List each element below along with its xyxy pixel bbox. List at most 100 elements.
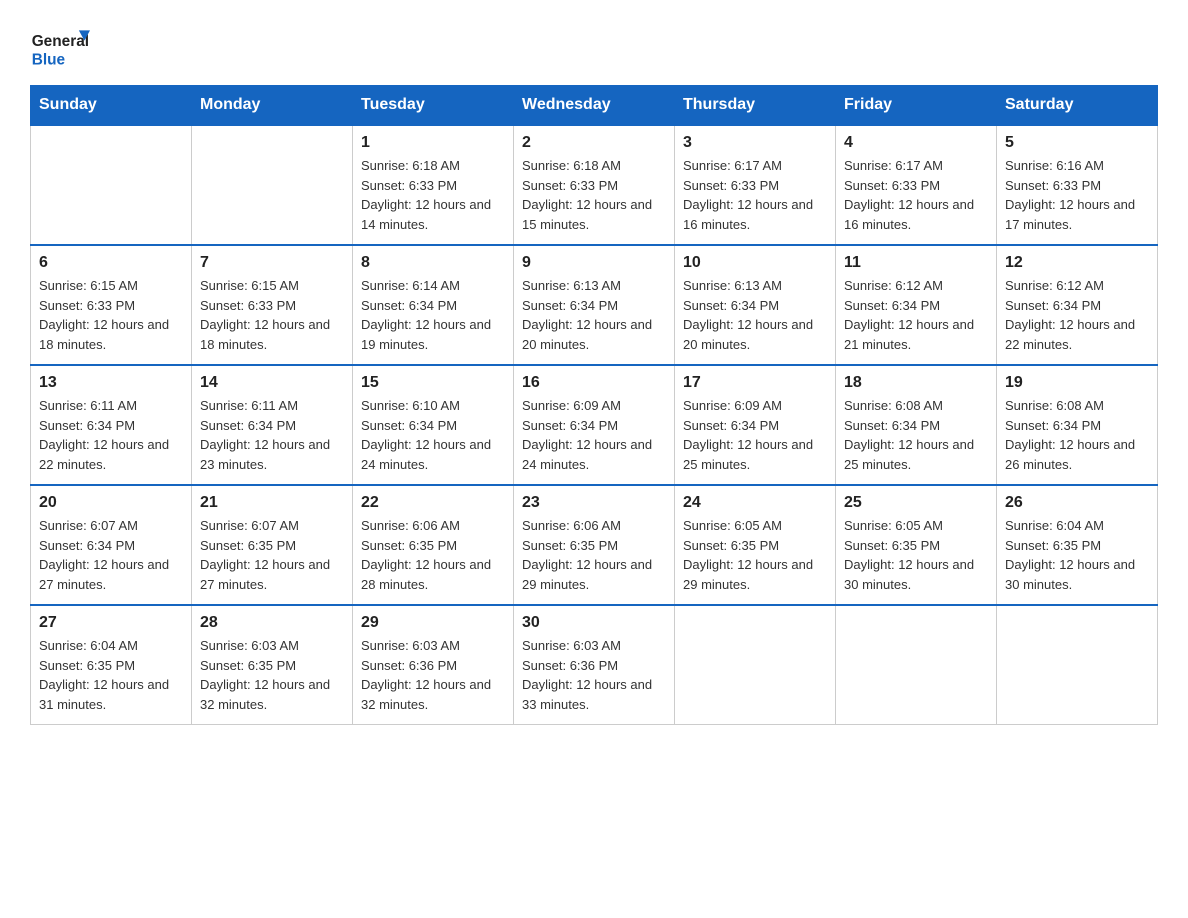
calendar-cell: 25Sunrise: 6:05 AMSunset: 6:35 PMDayligh… bbox=[836, 485, 997, 605]
calendar-cell bbox=[997, 605, 1158, 725]
day-info: Sunrise: 6:08 AMSunset: 6:34 PMDaylight:… bbox=[1005, 396, 1149, 474]
calendar-cell: 16 Sunrise: 6:09 AMSunset: 6:34 PMDayligh… bbox=[514, 365, 675, 485]
day-info: Sunrise: 6:05 AMSunset: 6:35 PMDaylight:… bbox=[683, 516, 827, 594]
weekday-header-saturday: Saturday bbox=[997, 86, 1158, 126]
day-info: Sunrise: 6:13 AMSunset: 6:34 PMDaylight:… bbox=[683, 276, 827, 354]
day-number: 21 bbox=[200, 494, 344, 512]
day-info: Sunrise: 6:10 AMSunset: 6:34 PMDaylight:… bbox=[361, 396, 505, 474]
day-number: 23 bbox=[522, 494, 666, 512]
weekday-header-sunday: Sunday bbox=[31, 86, 192, 126]
weekday-header-thursday: Thursday bbox=[675, 86, 836, 126]
day-number: 17 bbox=[683, 374, 827, 392]
day-info: Sunrise: 6:06 AMSunset: 6:35 PMDaylight:… bbox=[361, 516, 505, 594]
calendar-cell: 6 Sunrise: 6:15 AMSunset: 6:33 PMDaylight… bbox=[31, 245, 192, 365]
calendar-cell: 27 Sunrise: 6:04 AMSunset: 6:35 PMDayligh… bbox=[31, 605, 192, 725]
calendar-cell: 17 Sunrise: 6:09 AMSunset: 6:34 PMDayligh… bbox=[675, 365, 836, 485]
day-info: Sunrise: 6:09 AMSunset: 6:34 PMDaylight:… bbox=[522, 396, 666, 474]
day-number: 22 bbox=[361, 494, 505, 512]
calendar-cell: 24Sunrise: 6:05 AMSunset: 6:35 PMDayligh… bbox=[675, 485, 836, 605]
weekday-header-friday: Friday bbox=[836, 86, 997, 126]
day-number: 16 bbox=[522, 374, 666, 392]
calendar-cell: 28Sunrise: 6:03 AMSunset: 6:35 PMDayligh… bbox=[192, 605, 353, 725]
weekday-header-monday: Monday bbox=[192, 86, 353, 126]
calendar-cell: 19 Sunrise: 6:08 AMSunset: 6:34 PMDayligh… bbox=[997, 365, 1158, 485]
calendar-cell: 12 Sunrise: 6:12 AMSunset: 6:34 PMDayligh… bbox=[997, 245, 1158, 365]
svg-text:Blue: Blue bbox=[32, 52, 66, 69]
day-number: 9 bbox=[522, 254, 666, 272]
calendar-cell: 3 Sunrise: 6:17 AMSunset: 6:33 PMDaylight… bbox=[675, 125, 836, 245]
calendar-cell bbox=[192, 125, 353, 245]
day-info: Sunrise: 6:18 AMSunset: 6:33 PMDaylight:… bbox=[361, 156, 505, 234]
day-info: Sunrise: 6:04 AMSunset: 6:35 PMDaylight:… bbox=[39, 636, 183, 714]
calendar-cell: 22 Sunrise: 6:06 AMSunset: 6:35 PMDayligh… bbox=[353, 485, 514, 605]
day-number: 12 bbox=[1005, 254, 1149, 272]
calendar-cell: 11 Sunrise: 6:12 AMSunset: 6:34 PMDayligh… bbox=[836, 245, 997, 365]
day-number: 27 bbox=[39, 614, 183, 632]
day-info: Sunrise: 6:16 AMSunset: 6:33 PMDaylight:… bbox=[1005, 156, 1149, 234]
calendar-cell: 1 Sunrise: 6:18 AMSunset: 6:33 PMDaylight… bbox=[353, 125, 514, 245]
day-number: 26 bbox=[1005, 494, 1149, 512]
day-number: 11 bbox=[844, 254, 988, 272]
weekday-header-tuesday: Tuesday bbox=[353, 86, 514, 126]
calendar-cell: 26 Sunrise: 6:04 AMSunset: 6:35 PMDayligh… bbox=[997, 485, 1158, 605]
day-info: Sunrise: 6:06 AMSunset: 6:35 PMDaylight:… bbox=[522, 516, 666, 594]
calendar-cell: 8Sunrise: 6:14 AMSunset: 6:34 PMDaylight… bbox=[353, 245, 514, 365]
day-info: Sunrise: 6:11 AMSunset: 6:34 PMDaylight:… bbox=[200, 396, 344, 474]
page-header: General Blue bbox=[30, 20, 1158, 75]
calendar-cell: 21Sunrise: 6:07 AMSunset: 6:35 PMDayligh… bbox=[192, 485, 353, 605]
calendar-cell: 10 Sunrise: 6:13 AMSunset: 6:34 PMDayligh… bbox=[675, 245, 836, 365]
svg-text:General: General bbox=[32, 33, 89, 50]
day-number: 8 bbox=[361, 254, 505, 272]
calendar-table: SundayMondayTuesdayWednesdayThursdayFrid… bbox=[30, 85, 1158, 725]
day-number: 6 bbox=[39, 254, 183, 272]
calendar-cell: 29Sunrise: 6:03 AMSunset: 6:36 PMDayligh… bbox=[353, 605, 514, 725]
day-number: 19 bbox=[1005, 374, 1149, 392]
calendar-cell: 13 Sunrise: 6:11 AMSunset: 6:34 PMDayligh… bbox=[31, 365, 192, 485]
calendar-cell bbox=[675, 605, 836, 725]
day-info: Sunrise: 6:03 AMSunset: 6:36 PMDaylight:… bbox=[361, 636, 505, 714]
day-number: 28 bbox=[200, 614, 344, 632]
day-info: Sunrise: 6:12 AMSunset: 6:34 PMDaylight:… bbox=[1005, 276, 1149, 354]
weekday-header-row: SundayMondayTuesdayWednesdayThursdayFrid… bbox=[31, 86, 1158, 126]
day-info: Sunrise: 6:12 AMSunset: 6:34 PMDaylight:… bbox=[844, 276, 988, 354]
day-info: Sunrise: 6:11 AMSunset: 6:34 PMDaylight:… bbox=[39, 396, 183, 474]
calendar-cell: 4 Sunrise: 6:17 AMSunset: 6:33 PMDaylight… bbox=[836, 125, 997, 245]
day-number: 13 bbox=[39, 374, 183, 392]
week-row-4: 20Sunrise: 6:07 AMSunset: 6:34 PMDayligh… bbox=[31, 485, 1158, 605]
day-number: 7 bbox=[200, 254, 344, 272]
day-number: 18 bbox=[844, 374, 988, 392]
day-number: 2 bbox=[522, 134, 666, 152]
day-info: Sunrise: 6:03 AMSunset: 6:36 PMDaylight:… bbox=[522, 636, 666, 714]
day-info: Sunrise: 6:07 AMSunset: 6:34 PMDaylight:… bbox=[39, 516, 183, 594]
logo: General Blue bbox=[30, 20, 90, 75]
week-row-3: 13 Sunrise: 6:11 AMSunset: 6:34 PMDayligh… bbox=[31, 365, 1158, 485]
week-row-2: 6 Sunrise: 6:15 AMSunset: 6:33 PMDaylight… bbox=[31, 245, 1158, 365]
day-info: Sunrise: 6:17 AMSunset: 6:33 PMDaylight:… bbox=[683, 156, 827, 234]
day-number: 10 bbox=[683, 254, 827, 272]
day-info: Sunrise: 6:15 AMSunset: 6:33 PMDaylight:… bbox=[39, 276, 183, 354]
calendar-cell: 14 Sunrise: 6:11 AMSunset: 6:34 PMDayligh… bbox=[192, 365, 353, 485]
calendar-cell: 20Sunrise: 6:07 AMSunset: 6:34 PMDayligh… bbox=[31, 485, 192, 605]
calendar-cell: 15 Sunrise: 6:10 AMSunset: 6:34 PMDayligh… bbox=[353, 365, 514, 485]
day-info: Sunrise: 6:09 AMSunset: 6:34 PMDaylight:… bbox=[683, 396, 827, 474]
calendar-cell: 18 Sunrise: 6:08 AMSunset: 6:34 PMDayligh… bbox=[836, 365, 997, 485]
week-row-1: 1 Sunrise: 6:18 AMSunset: 6:33 PMDaylight… bbox=[31, 125, 1158, 245]
weekday-header-wednesday: Wednesday bbox=[514, 86, 675, 126]
calendar-cell: 23 Sunrise: 6:06 AMSunset: 6:35 PMDayligh… bbox=[514, 485, 675, 605]
day-info: Sunrise: 6:13 AMSunset: 6:34 PMDaylight:… bbox=[522, 276, 666, 354]
calendar-cell bbox=[31, 125, 192, 245]
calendar-cell bbox=[836, 605, 997, 725]
day-info: Sunrise: 6:04 AMSunset: 6:35 PMDaylight:… bbox=[1005, 516, 1149, 594]
calendar-cell: 7Sunrise: 6:15 AMSunset: 6:33 PMDaylight… bbox=[192, 245, 353, 365]
day-number: 1 bbox=[361, 134, 505, 152]
day-number: 30 bbox=[522, 614, 666, 632]
calendar-cell: 5Sunrise: 6:16 AMSunset: 6:33 PMDaylight… bbox=[997, 125, 1158, 245]
day-number: 15 bbox=[361, 374, 505, 392]
logo-svg: General Blue bbox=[30, 20, 90, 75]
day-info: Sunrise: 6:08 AMSunset: 6:34 PMDaylight:… bbox=[844, 396, 988, 474]
day-number: 14 bbox=[200, 374, 344, 392]
day-number: 25 bbox=[844, 494, 988, 512]
day-number: 3 bbox=[683, 134, 827, 152]
day-number: 4 bbox=[844, 134, 988, 152]
day-info: Sunrise: 6:17 AMSunset: 6:33 PMDaylight:… bbox=[844, 156, 988, 234]
